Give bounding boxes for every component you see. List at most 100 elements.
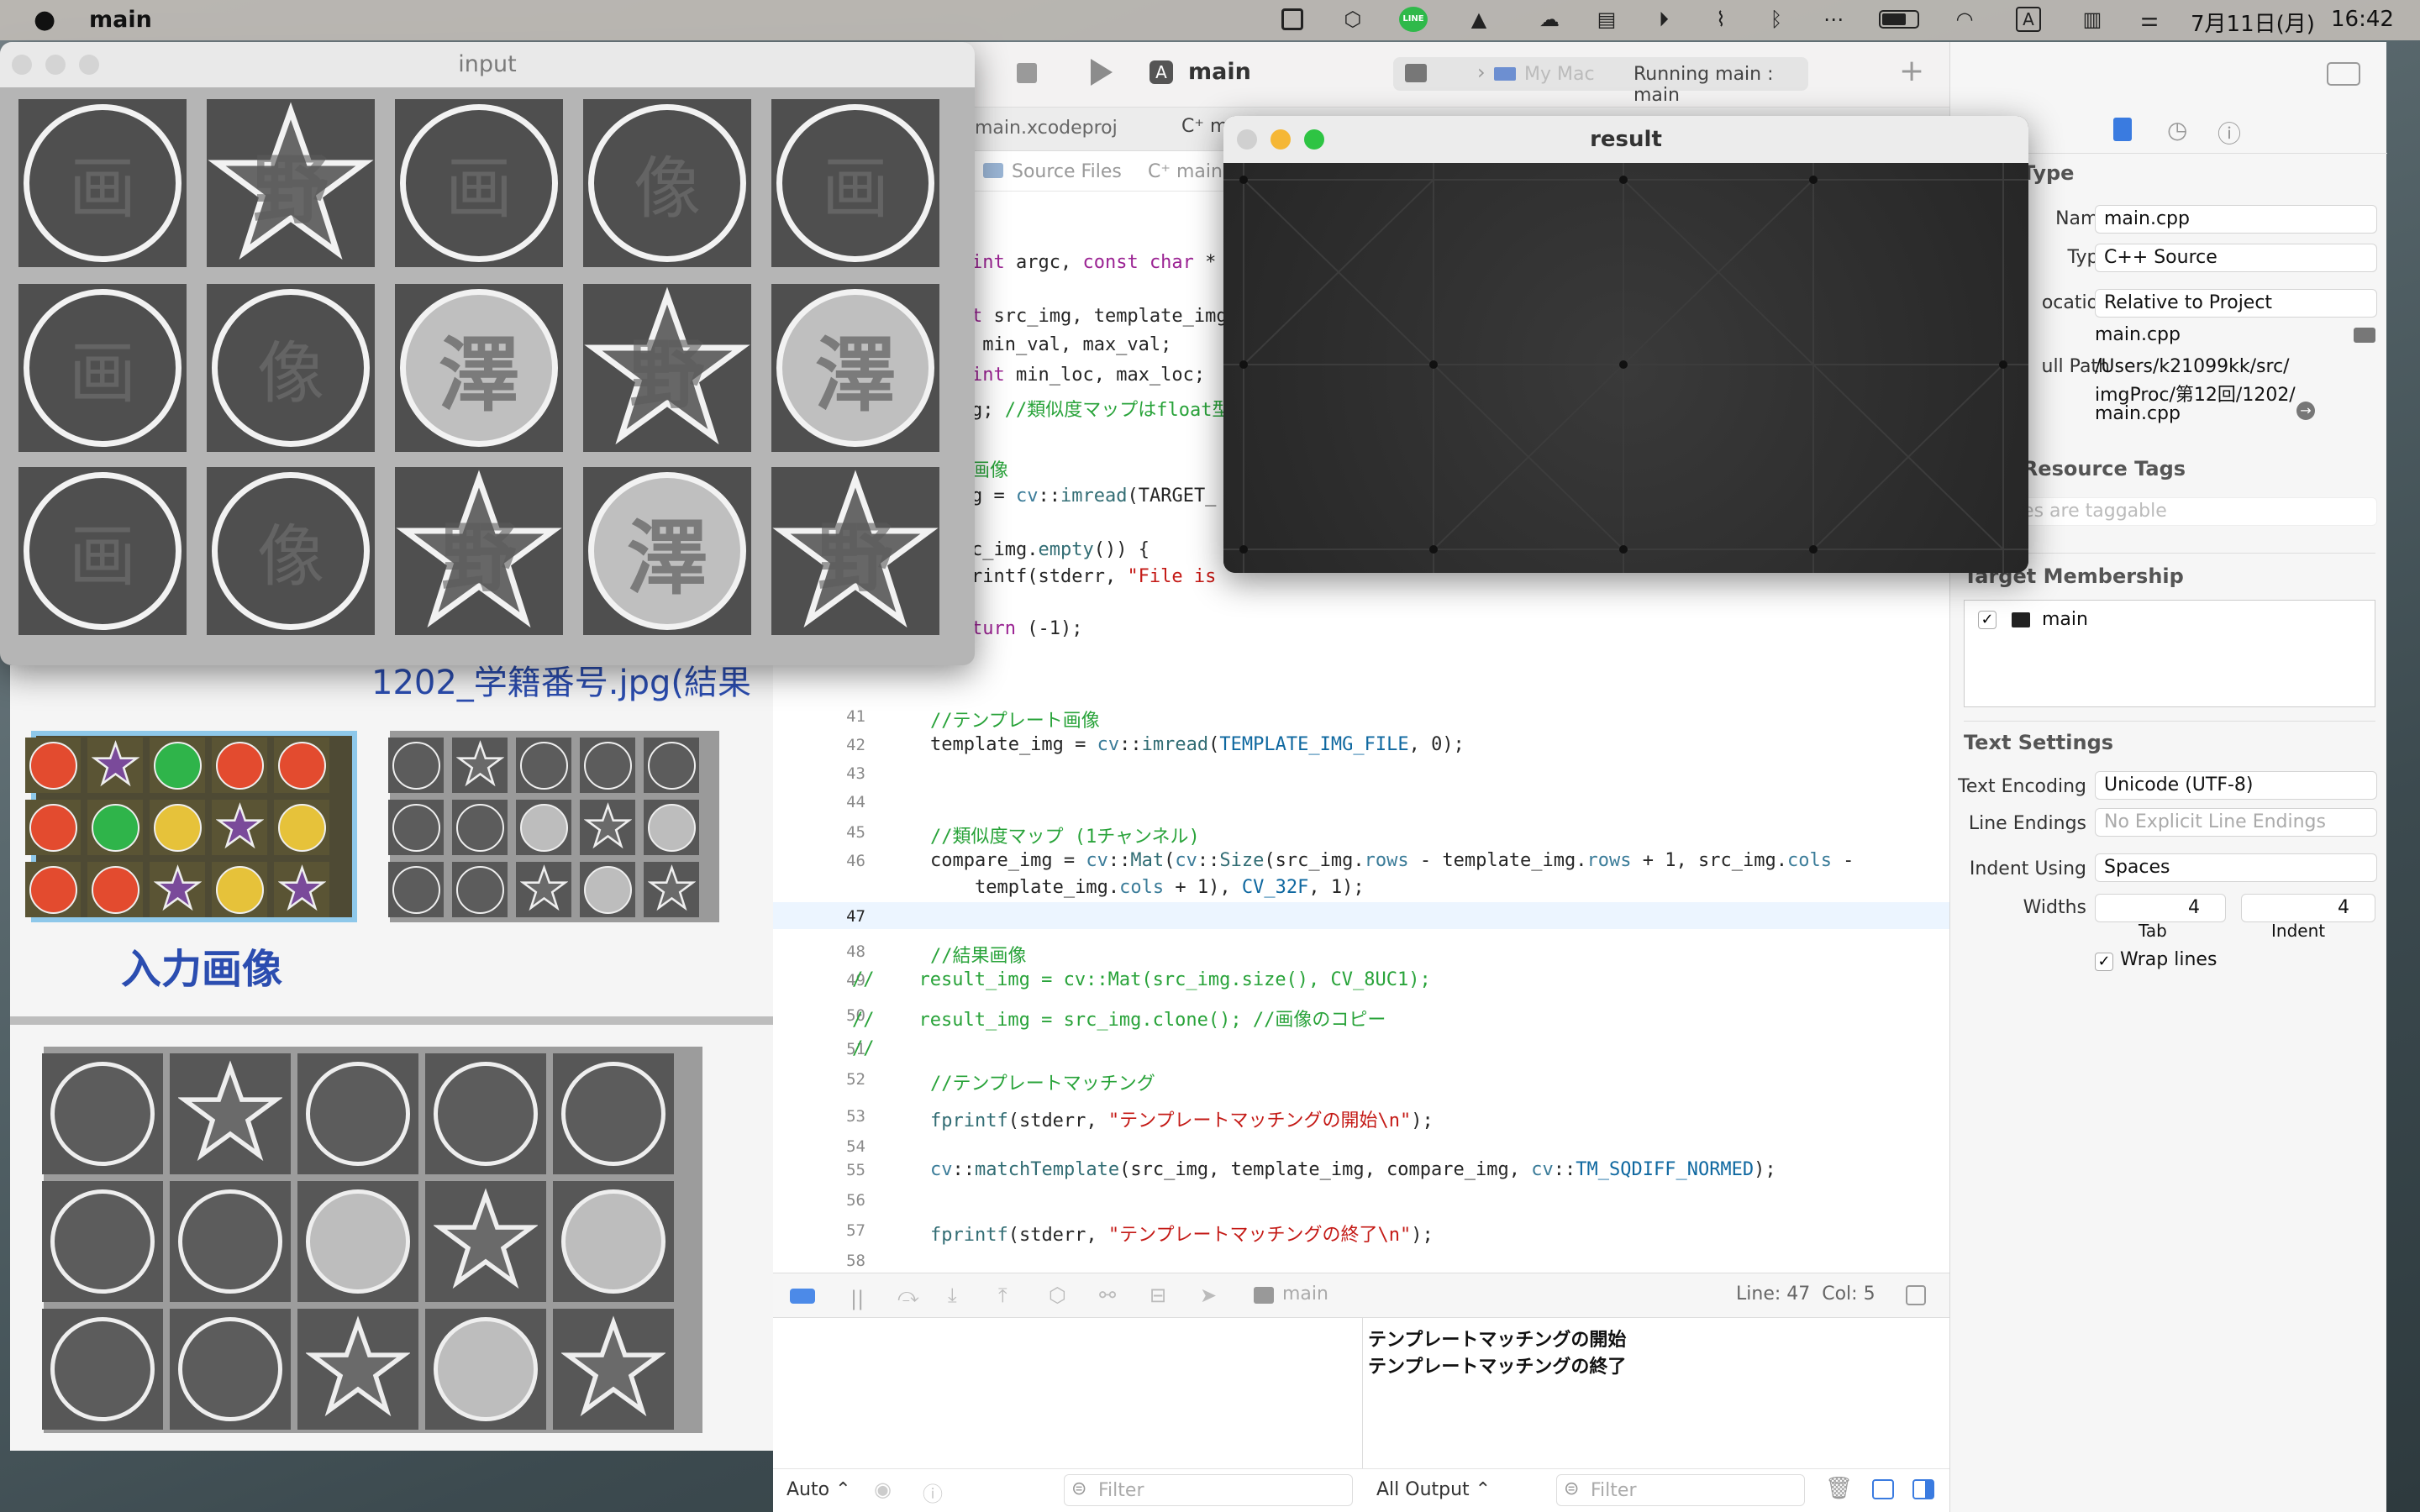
filter-field[interactable]: ⊜ Filter [1064,1474,1353,1506]
destination-label[interactable]: My Mac [1524,64,1595,85]
memory-graph-icon[interactable]: ⚯ [1099,1284,1116,1307]
reveal-arrow-icon[interactable]: → [2296,402,2315,420]
thumbnail-tile [644,738,699,793]
cube-icon[interactable]: ⬡ [1338,6,1368,33]
thumbnail-circle [91,803,139,852]
input-titlebar[interactable]: input [0,42,975,87]
circle-shape: 画 [24,472,182,630]
membership-checkbox[interactable]: ✓ [1978,611,1996,629]
eye-icon[interactable]: ◉ [874,1478,892,1501]
scheme-icon: A [1150,60,1173,84]
location-select[interactable]: Relative to Project [2095,289,2377,318]
circle-shape: 画 [776,104,934,262]
folder-icon[interactable] [2354,328,2375,343]
indent-width-field[interactable]: 4 [2241,894,2375,922]
thumbnail-tile [150,800,205,855]
name-field[interactable]: main.cpp [2095,205,2377,234]
console-line: テンプレートマッチングの終了 [1368,1357,1627,1378]
thumbnail-circle [178,1189,282,1294]
auto-select[interactable]: Auto ⌃ [786,1479,851,1500]
code-line: fprintf(stderr, "テンプレートマッチングの終了\n"); [929,1225,1434,1246]
apple-icon[interactable]: ● [34,5,55,34]
thumbnail-tile [580,738,635,793]
result-titlebar[interactable]: result [1223,116,2028,163]
terminal-icon [2012,612,2030,627]
add-icon[interactable]: + [1899,54,1924,88]
right-panel-icon[interactable] [1912,1479,1934,1499]
thumbnail-tile [516,862,571,917]
breadcrumb-main[interactable]: C⁺ main. [1148,161,1228,182]
notification-icon[interactable]: ▲ [1464,6,1494,33]
encoding-select[interactable]: Unicode (UTF-8) [2095,771,2377,800]
thumbnail-circle [306,1189,410,1294]
thumbnail-circle [455,865,504,914]
help-icon[interactable]: ⓘ [2217,116,2241,150]
filter-field-2[interactable]: ⊜ Filter [1556,1474,1805,1506]
thumbnail-tile [170,1309,291,1430]
control-center-icon[interactable]: ⚌ [2134,6,2165,33]
run-button[interactable] [1091,59,1113,86]
wrap-checkbox[interactable]: ✓ [2095,953,2113,971]
info-icon[interactable]: ⓘ [923,1478,943,1507]
mute-icon[interactable]: ⌇ [1706,6,1736,33]
wifi-icon[interactable]: ◠ [1949,6,1980,33]
history-icon[interactable]: ◷ [2167,116,2187,144]
menubar-date[interactable]: 7月11日(月) [2191,7,2315,38]
breakpoint-toggle-icon[interactable] [790,1289,815,1304]
clipboard-icon[interactable]: ▤ [1591,6,1622,33]
breadcrumb-source-files[interactable]: Source Files [1012,161,1122,182]
inspector-toggle-icon[interactable] [2327,62,2360,86]
panel-toggle-icon[interactable] [1906,1285,1926,1305]
circle-shape: 画 [24,104,182,262]
indent-select[interactable]: Spaces [2095,853,2377,882]
menubar-time[interactable]: 16:42 [2331,7,2394,32]
minimize-button[interactable] [1270,129,1291,150]
thumbnail-tile [274,800,329,855]
battery-icon[interactable] [1876,6,1923,33]
circle-shape: 画 [24,289,182,447]
tab-main-cpp[interactable]: C⁺ m [1181,116,1228,137]
minimize-button[interactable] [45,55,66,75]
fullpath-line: /Users/k21099kk/src/ [2095,356,2290,377]
app-menu[interactable]: main [89,7,152,33]
left-panel-icon[interactable] [1872,1479,1894,1499]
location-icon[interactable] [1277,6,1307,33]
thumbnail-tile [170,1181,291,1302]
type-select[interactable]: C++ Source [2095,244,2377,272]
sync-icon[interactable]: ⋯ [1818,6,1849,33]
code-line: // result_img = cv::Mat(src_img.size(), … [852,969,1431,990]
pause-icon[interactable]: || [850,1287,864,1310]
endings-select[interactable]: No Explicit Line Endings [2095,808,2377,837]
zoom-button[interactable] [1304,129,1324,150]
file-inspector-icon[interactable] [2113,118,2132,141]
tab-width-field[interactable]: 4 [2095,894,2226,922]
trash-icon[interactable]: 🗑 [1825,1476,1853,1501]
faint-circle-tile: 像 [207,467,375,635]
step-over-icon[interactable]: ⤼ [897,1284,919,1307]
keyboard-icon[interactable]: ▥ [2077,6,2107,33]
stop-button[interactable] [1017,63,1037,83]
line-number: 46 [846,852,865,870]
step-out-icon[interactable]: ⤒ [998,1284,1007,1307]
scheme-name[interactable]: main [1188,59,1251,85]
environment-icon[interactable]: ⊟ [1150,1284,1166,1307]
cloud-icon[interactable]: ☁ [1529,6,1570,33]
debug-view-icon[interactable]: ⬡ [1049,1284,1066,1307]
close-button[interactable] [1237,129,1257,150]
output-select[interactable]: All Output ⌃ [1376,1479,1491,1500]
tab-xcodeproj[interactable]: main.xcodeproj [975,118,1118,139]
step-in-icon[interactable]: ⤓ [948,1284,957,1307]
line-icon[interactable]: LINE [1398,6,1428,33]
thumbnail-circle [561,1189,666,1294]
thumbnail-tile [516,800,571,855]
play-circle-icon[interactable]: ⏵ [1649,6,1679,33]
bluetooth-icon[interactable]: ᛒ [1761,6,1791,33]
circle-shape: 澤 [588,472,746,630]
input-source-icon[interactable]: A [2013,6,2044,33]
code-line: g = cv::imread(TARGET_ [971,486,1217,507]
section-text-settings: Text Settings [1964,731,2114,754]
close-button[interactable] [12,55,32,75]
zoom-button[interactable] [79,55,99,75]
location-icon[interactable]: ➤ [1200,1284,1217,1307]
thumbnail-circle [561,1062,666,1166]
